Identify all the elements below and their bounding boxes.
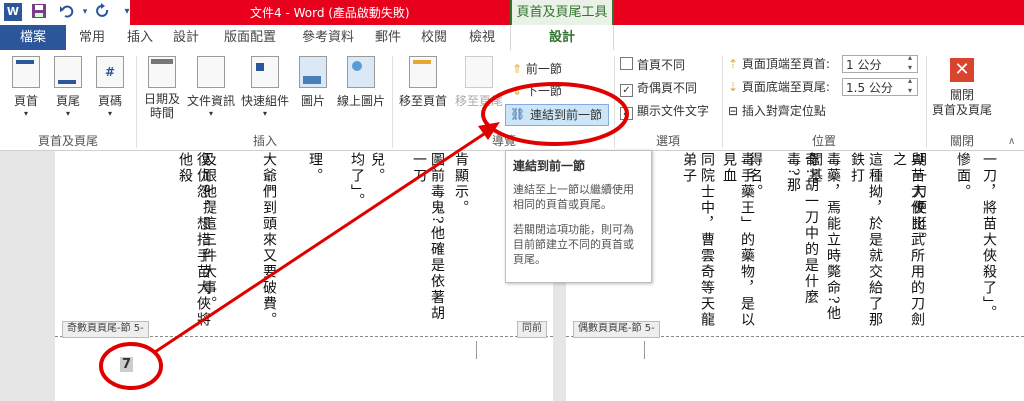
annotation-arrow-line — [154, 128, 491, 354]
annotation-overlay — [99, 82, 629, 390]
annotation-circle-page-number — [99, 342, 163, 390]
annotation-circle-button — [481, 82, 629, 146]
